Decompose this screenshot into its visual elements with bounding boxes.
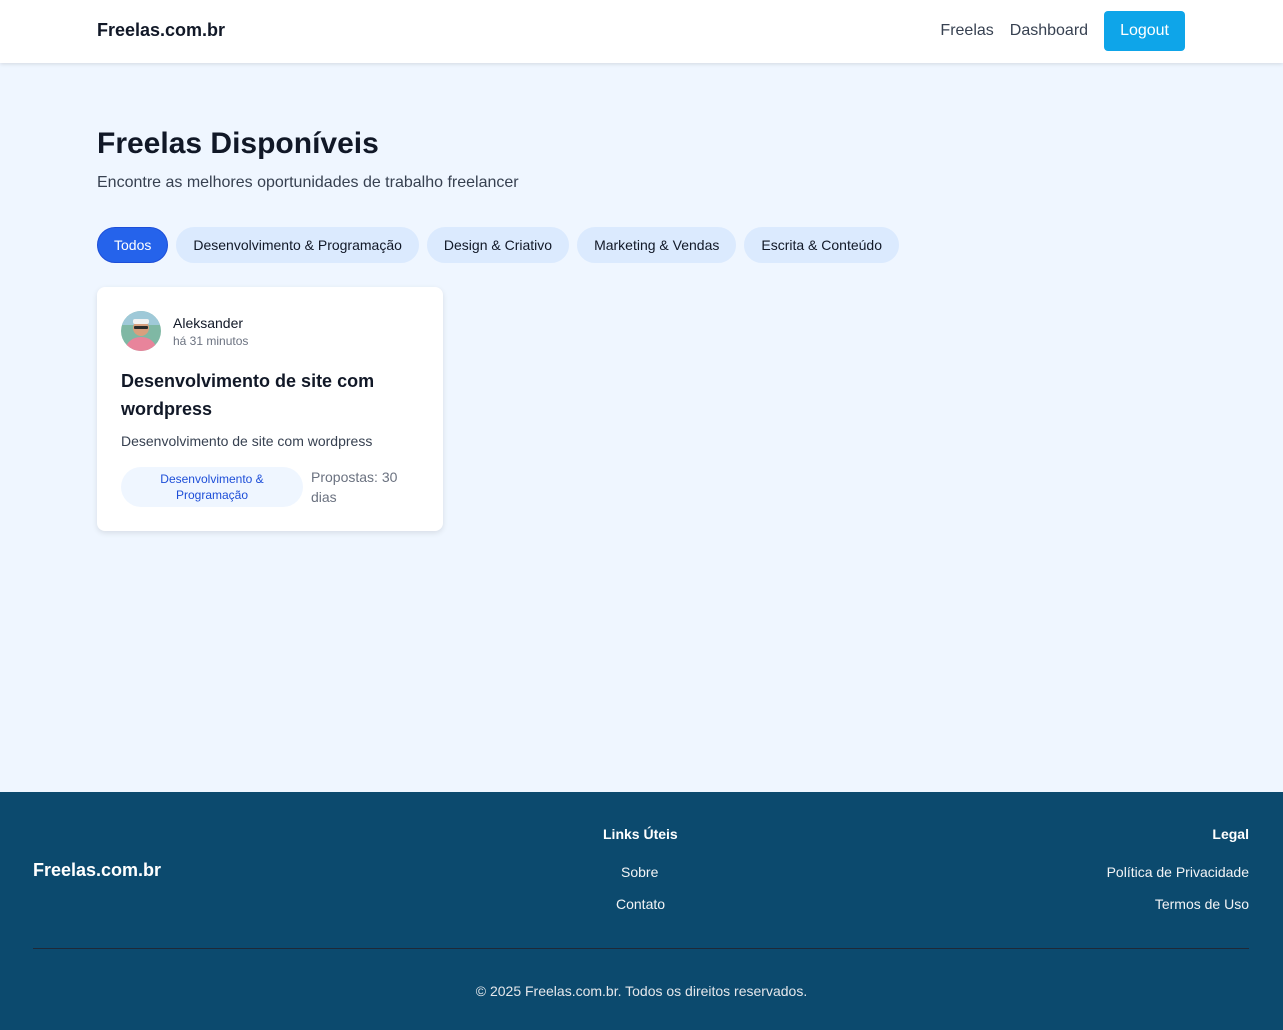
footer-links-title: Links Úteis bbox=[603, 826, 678, 842]
footer-link-sobre[interactable]: Sobre bbox=[621, 864, 658, 880]
logout-button[interactable]: Logout bbox=[1104, 11, 1185, 51]
avatar bbox=[121, 311, 161, 351]
site-logo[interactable]: Freelas.com.br bbox=[97, 20, 225, 41]
footer-legal-title: Legal bbox=[1212, 826, 1249, 842]
filter-chip-desenvolvimento[interactable]: Desenvolvimento & Programação bbox=[176, 227, 419, 263]
main-nav: Freelas Dashboard Logout bbox=[940, 11, 1185, 51]
freela-title[interactable]: Desenvolvimento de site com wordpress bbox=[121, 367, 421, 423]
top-navbar: Freelas.com.br Freelas Dashboard Logout bbox=[0, 0, 1283, 63]
filter-chip-marketing[interactable]: Marketing & Vendas bbox=[577, 227, 737, 263]
filter-chip-todos[interactable]: Todos bbox=[97, 227, 169, 263]
footer-link-termos[interactable]: Termos de Uso bbox=[1155, 896, 1249, 912]
category-filters: Todos Desenvolvimento & Programação Desi… bbox=[97, 227, 899, 263]
copyright-text: © 2025 Freelas.com.br. Todos os direitos… bbox=[475, 983, 808, 999]
filter-chip-escrita[interactable]: Escrita & Conteúdo bbox=[744, 227, 899, 263]
footer-logo: Freelas.com.br bbox=[33, 860, 162, 880]
post-timestamp: há 31 minutos bbox=[173, 334, 249, 348]
site-footer: Freelas.com.br Links Úteis Sobre Contato… bbox=[0, 792, 1283, 1030]
footer-link-privacidade[interactable]: Política de Privacidade bbox=[1107, 864, 1249, 880]
nav-link-dashboard[interactable]: Dashboard bbox=[1010, 22, 1088, 40]
proposals-deadline: Propostas: 30 dias bbox=[311, 469, 398, 505]
freela-card[interactable]: Aleksander há 31 minutos Desenvolvimento… bbox=[97, 287, 443, 531]
page-title: Freelas Disponíveis bbox=[97, 127, 379, 160]
nav-link-freelas[interactable]: Freelas bbox=[940, 22, 993, 40]
filter-chip-design[interactable]: Design & Criativo bbox=[426, 227, 570, 263]
freela-description: Desenvolvimento de site com wordpress bbox=[121, 433, 373, 449]
category-badge: Desenvolvimento & Programação bbox=[121, 467, 303, 507]
author-name: Aleksander bbox=[173, 315, 244, 331]
footer-link-contato[interactable]: Contato bbox=[616, 896, 665, 912]
footer-divider bbox=[33, 948, 1249, 949]
page-subtitle: Encontre as melhores oportunidades de tr… bbox=[97, 174, 519, 191]
